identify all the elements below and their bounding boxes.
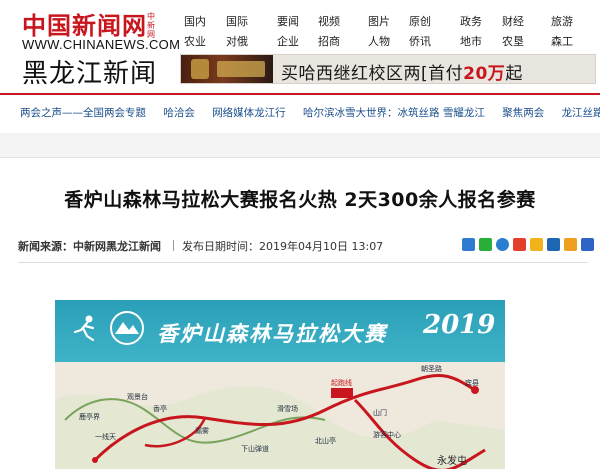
- map-label: 鹿亭界: [79, 413, 100, 421]
- start-line-marker: [331, 388, 353, 398]
- meta-rule: [18, 262, 588, 263]
- map-label: 香亭: [153, 405, 167, 413]
- star-icon[interactable]: [564, 238, 577, 251]
- nav-link[interactable]: 图片: [368, 12, 408, 32]
- map-title: 香炉山森林马拉松大赛: [157, 322, 387, 346]
- renren-icon[interactable]: [547, 238, 560, 251]
- nav-link[interactable]: 地市: [460, 32, 500, 52]
- nav-link[interactable]: 对俄: [226, 32, 266, 52]
- banner-text: 买哈西继红校区两[首付20万起: [281, 59, 523, 84]
- topic-link[interactable]: 网络媒体龙江行: [212, 107, 286, 119]
- map-label: 永发屯: [437, 456, 467, 467]
- banner-text-main: 买哈西继红校区两: [281, 64, 421, 84]
- nav-link[interactable]: 财经: [502, 12, 542, 32]
- running-figure-icon: [73, 315, 95, 342]
- nav-column: 国内 农业: [184, 12, 224, 52]
- banner-text-mid: [首付: [421, 64, 464, 84]
- nav-column: 视频 招商: [318, 12, 358, 52]
- nav-column: 原创 侨讯: [409, 12, 449, 52]
- nav-link[interactable]: 旅游: [551, 12, 591, 32]
- nav-column: 旅游 森工: [551, 12, 591, 52]
- article-meta: 新闻来源：中新网黑龙江新闻 发布日期时间：2019年04月10日 13:07: [18, 238, 383, 254]
- source-label: 新闻来源：: [18, 240, 73, 253]
- nav-link[interactable]: 农垦: [502, 32, 542, 52]
- source-link[interactable]: 中新网黑龙江新闻: [73, 240, 161, 253]
- topic-nav: 两会之声——全国两会专题 哈洽会 网络媒体龙江行 哈尔滨冰雪大世界：冰筑丝路 雪…: [0, 93, 600, 133]
- nav-link[interactable]: 国内: [184, 12, 224, 32]
- nav-link[interactable]: 政务: [460, 12, 500, 32]
- topic-link[interactable]: 哈洽会: [163, 107, 195, 119]
- banner-text-end: 起: [505, 64, 523, 84]
- topic-link[interactable]: 两会之声——全国两会专题: [20, 107, 146, 119]
- nav-link[interactable]: 森工: [551, 32, 591, 52]
- nav-link[interactable]: 侨讯: [409, 32, 449, 52]
- qq-icon[interactable]: [496, 238, 509, 251]
- map-label: 宾县: [465, 379, 479, 387]
- nav-link[interactable]: 人物: [368, 32, 408, 52]
- topic-link[interactable]: 聚焦两会: [502, 107, 544, 119]
- ad-banner[interactable]: 买哈西继红校区两[首付20万起: [180, 54, 596, 84]
- nav-link[interactable]: 国际: [226, 12, 266, 32]
- map-label: 一线天: [95, 433, 116, 441]
- nav-link[interactable]: 要闻: [277, 12, 317, 32]
- map-label: 观景台: [127, 393, 148, 401]
- banner-amount: 20万: [463, 64, 506, 84]
- nav-column: 要闻 企业: [277, 12, 317, 52]
- article-headline: 香炉山森林马拉松大赛报名火热 2天300余人报名参赛: [64, 189, 536, 211]
- translate-icon[interactable]: [581, 238, 594, 251]
- map-year: 2019: [423, 310, 496, 340]
- nav-column: 政务 地市: [460, 12, 500, 52]
- nav-link[interactable]: 招商: [318, 32, 358, 52]
- meta-divider: [173, 240, 174, 251]
- site-name[interactable]: 黑龙江新闻: [22, 53, 157, 90]
- nav-link[interactable]: 视频: [318, 12, 358, 32]
- end-point-marker: [92, 457, 98, 463]
- date-label: 发布日期时间：: [182, 240, 259, 253]
- logo-url[interactable]: WWW.CHINANEWS.COM: [22, 37, 180, 52]
- map-label: 朝圣路: [421, 365, 442, 373]
- map-label: 山门: [373, 409, 387, 417]
- banner-seal-shape: [191, 59, 209, 79]
- section-divider: [0, 133, 600, 158]
- map-label: 漏雾: [195, 427, 209, 435]
- weibo-icon[interactable]: [513, 238, 526, 251]
- nav-link[interactable]: 农业: [184, 32, 224, 52]
- map-label: 北山亭: [315, 437, 336, 445]
- logo-side-text: 中新网: [147, 12, 155, 39]
- nav-column: 图片 人物: [368, 12, 408, 52]
- xianglu-mountain-emblem-icon: [110, 311, 144, 345]
- map-label: 下山弹道: [241, 445, 269, 453]
- marathon-route-map: 香炉山森林马拉松大赛 2019 观景台 香亭 鹿亭界 漏雾 一线天 滑雪场 下山…: [55, 300, 505, 469]
- nav-column: 财经 农垦: [502, 12, 542, 52]
- map-label: 游客中心: [373, 431, 401, 439]
- banner-image: [181, 55, 273, 83]
- topic-link[interactable]: 龙江丝路带: [562, 107, 600, 119]
- site-header: 中国新闻网 中新网 WWW.CHINANEWS.COM 黑龙江新闻 国内 农业 …: [0, 0, 600, 92]
- banner-plaque-shape: [217, 61, 265, 77]
- topic-link[interactable]: 哈尔滨冰雪大世界：冰筑丝路 雪耀龙江: [303, 107, 485, 119]
- map-label: 起跑线: [331, 379, 352, 387]
- chinanews-logo[interactable]: 中国新闻网: [22, 6, 147, 41]
- map-label: 滑雪场: [277, 405, 298, 413]
- nav-link[interactable]: 原创: [409, 12, 449, 32]
- nav-column: 国际 对俄: [226, 12, 266, 52]
- topic-nav-links: 两会之声——全国两会专题 哈洽会 网络媒体龙江行 哈尔滨冰雪大世界：冰筑丝路 雪…: [20, 105, 600, 120]
- share-bar: [462, 238, 594, 251]
- wechat-icon[interactable]: [479, 238, 492, 251]
- qzone-icon[interactable]: [530, 238, 543, 251]
- publish-date: 2019年04月10日 13:07: [259, 240, 384, 253]
- plus-share-icon[interactable]: [462, 238, 475, 251]
- nav-link[interactable]: 企业: [277, 32, 317, 52]
